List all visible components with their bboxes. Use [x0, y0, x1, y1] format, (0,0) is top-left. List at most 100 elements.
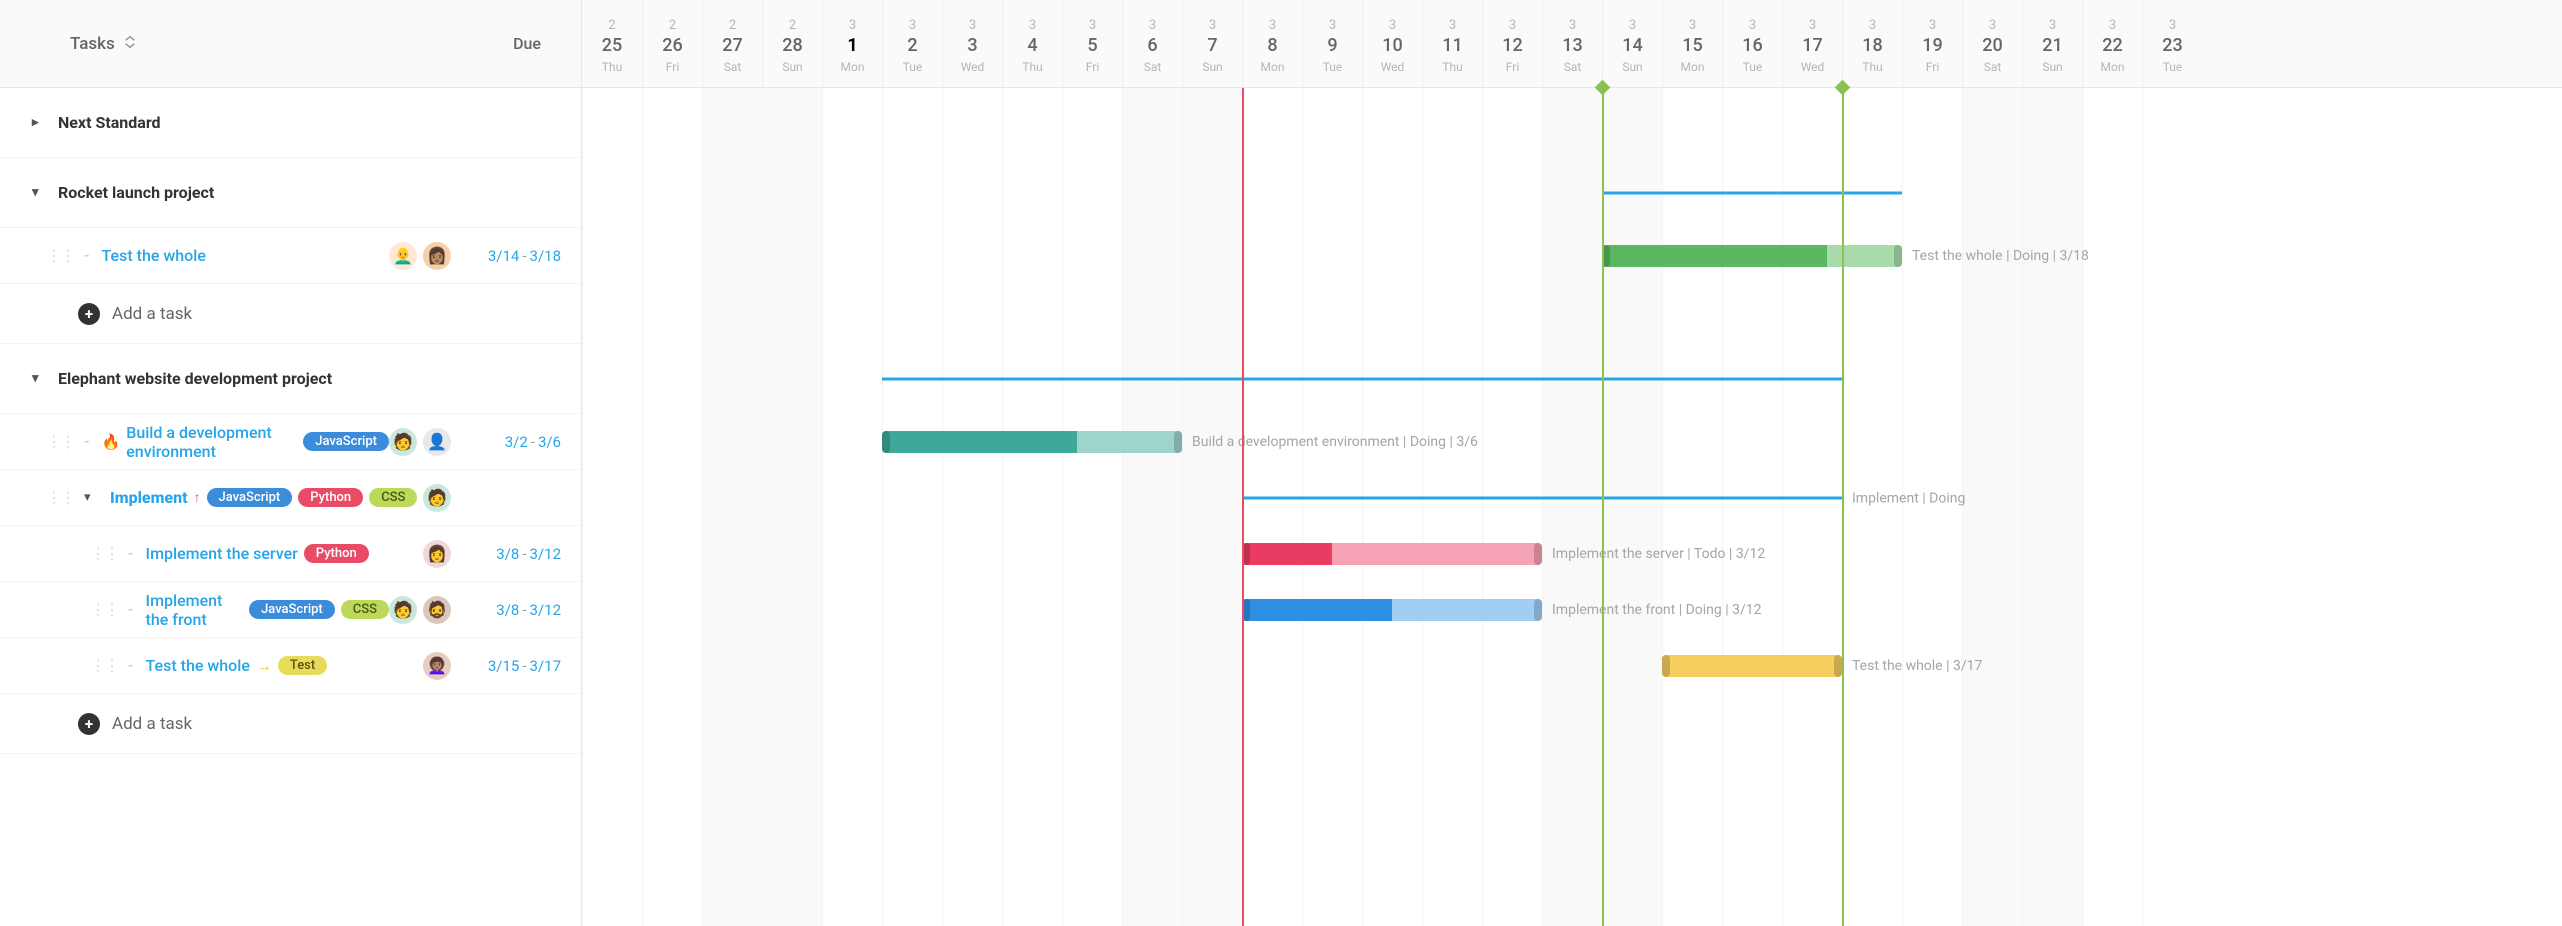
avatar[interactable]: 👩🏽‍🦱: [423, 652, 451, 680]
gantt-bar[interactable]: Build a development environment | Doing …: [882, 431, 1182, 453]
timeline-day[interactable]: 3 8 Mon: [1242, 0, 1302, 87]
group-name[interactable]: Next Standard: [58, 113, 161, 132]
timeline-day[interactable]: 3 5 Fri: [1062, 0, 1122, 87]
timeline-day[interactable]: 3 14 Sun: [1602, 0, 1662, 87]
due-range[interactable]: 3/15-3/17: [481, 657, 561, 675]
avatar[interactable]: 👩🏽: [423, 242, 451, 270]
due-range[interactable]: 3/8-3/12: [481, 545, 561, 563]
task-name[interactable]: Implement the front: [146, 591, 244, 629]
avatar[interactable]: 👤: [423, 428, 451, 456]
due-range[interactable]: 3/8-3/12: [481, 601, 561, 619]
timeline-day[interactable]: 3 12 Fri: [1482, 0, 1542, 87]
timeline-day[interactable]: 3 19 Fri: [1902, 0, 1962, 87]
gantt-bar[interactable]: Test the whole | Doing | 3/18: [1602, 245, 1902, 267]
group-span-bar[interactable]: [1602, 192, 1902, 195]
timeline-day[interactable]: 3 15 Mon: [1662, 0, 1722, 87]
group-name[interactable]: Rocket launch project: [58, 183, 214, 202]
task-bullet: -: [128, 602, 134, 618]
timeline-day[interactable]: 3 20 Sat: [1962, 0, 2022, 87]
drag-handle-icon[interactable]: ⋮⋮: [32, 656, 118, 675]
add-task-button[interactable]: + Add a task: [78, 303, 192, 325]
parent-span-bar[interactable]: Implement | Doing: [1242, 497, 1842, 500]
tag-js[interactable]: JavaScript: [249, 600, 335, 619]
avatar[interactable]: 🧔: [423, 596, 451, 624]
task-name[interactable]: Build a development environment: [126, 423, 297, 461]
avatar[interactable]: 👨‍🦲: [389, 242, 417, 270]
tasks-column-header[interactable]: Tasks: [70, 34, 137, 54]
drag-handle-icon[interactable]: ⋮⋮: [32, 600, 118, 619]
due-range[interactable]: 3/2-3/6: [481, 433, 561, 451]
task-name[interactable]: Test the whole: [146, 656, 250, 675]
task-name[interactable]: Test the whole: [102, 246, 206, 265]
task-bullet: -: [84, 248, 90, 264]
chevron-down-icon[interactable]: ▾: [84, 490, 100, 505]
bar-resize-right[interactable]: [1834, 655, 1842, 677]
timeline-day[interactable]: 3 7 Sun: [1182, 0, 1242, 87]
bar-resize-right[interactable]: [1534, 543, 1542, 565]
timeline-day[interactable]: 3 23 Tue: [2142, 0, 2202, 87]
drag-handle-icon[interactable]: ⋮⋮: [32, 488, 74, 507]
due-range[interactable]: 3/14-3/18: [481, 247, 561, 265]
avatar[interactable]: 👩: [423, 540, 451, 568]
tag-css[interactable]: CSS: [369, 488, 417, 507]
group-name[interactable]: Elephant website development project: [58, 369, 332, 388]
timeline-day[interactable]: 3 18 Thu: [1842, 0, 1902, 87]
tag-py[interactable]: Python: [298, 488, 363, 507]
bar-resize-right[interactable]: [1894, 245, 1902, 267]
timeline-day[interactable]: 2 27 Sat: [702, 0, 762, 87]
timeline-day[interactable]: 3 16 Tue: [1722, 0, 1782, 87]
timeline-day[interactable]: 3 2 Tue: [882, 0, 942, 87]
timeline-day[interactable]: 3 11 Thu: [1422, 0, 1482, 87]
gantt-bar[interactable]: Implement the server | Todo | 3/12: [1242, 543, 1542, 565]
timeline-day[interactable]: 3 10 Wed: [1362, 0, 1422, 87]
group-span-bar[interactable]: [882, 378, 1842, 381]
tag-js[interactable]: JavaScript: [207, 488, 293, 507]
timeline-day[interactable]: 3 22 Mon: [2082, 0, 2142, 87]
timeline-day[interactable]: 3 1 Mon: [822, 0, 882, 87]
fire-icon: 🔥: [102, 433, 121, 451]
timeline-day[interactable]: 3 4 Thu: [1002, 0, 1062, 87]
drag-handle-icon[interactable]: ⋮⋮: [32, 432, 74, 451]
chevron-right-icon[interactable]: ▸: [32, 115, 48, 130]
drag-handle-icon[interactable]: ⋮⋮: [32, 544, 118, 563]
bar-resize-left[interactable]: [1662, 655, 1670, 677]
avatar[interactable]: 🧑: [423, 484, 451, 512]
gantt-bar-label: Implement the server | Todo | 3/12: [1552, 546, 1765, 562]
timeline-day[interactable]: 3 13 Sat: [1542, 0, 1602, 87]
timeline-day[interactable]: 2 26 Fri: [642, 0, 702, 87]
task-bullet: -: [128, 658, 134, 674]
bar-resize-left[interactable]: [882, 431, 890, 453]
timeline-day[interactable]: 3 21 Sun: [2022, 0, 2082, 87]
tag-js[interactable]: JavaScript: [303, 432, 389, 451]
gantt-bar-label: Implement the front | Doing | 3/12: [1552, 602, 1762, 618]
bar-resize-right[interactable]: [1534, 599, 1542, 621]
milestone-line[interactable]: [1842, 88, 1844, 926]
add-task-button[interactable]: + Add a task: [78, 713, 192, 735]
timeline-header: 2 25 Thu2 26 Fri2 27 Sat2 28 Sun3 1: [582, 0, 2562, 88]
avatar[interactable]: 🧑: [389, 596, 417, 624]
task-name[interactable]: Implement the server: [146, 544, 298, 563]
timeline-day[interactable]: 2 25 Thu: [582, 0, 642, 87]
gantt-bar[interactable]: Implement the front | Doing | 3/12: [1242, 599, 1542, 621]
gantt-bar[interactable]: Test the whole | 3/17: [1662, 655, 1842, 677]
timeline-day[interactable]: 2 28 Sun: [762, 0, 822, 87]
due-column-header: Due: [513, 34, 541, 53]
timeline-day[interactable]: 3 17 Wed: [1782, 0, 1842, 87]
today-line: [1242, 88, 1244, 926]
gantt-bar-label: Test the whole | 3/17: [1852, 658, 1982, 674]
tag-py[interactable]: Python: [304, 544, 369, 563]
timeline-day[interactable]: 3 3 Wed: [942, 0, 1002, 87]
tag-css[interactable]: CSS: [341, 600, 389, 619]
plus-icon: +: [78, 303, 100, 325]
drag-handle-icon[interactable]: ⋮⋮: [32, 246, 74, 265]
bar-resize-right[interactable]: [1174, 431, 1182, 453]
chevron-down-icon[interactable]: ▾: [32, 371, 48, 386]
timeline-day[interactable]: 3 6 Sat: [1122, 0, 1182, 87]
collapse-all-icon[interactable]: [123, 34, 137, 54]
milestone-line[interactable]: [1602, 88, 1604, 926]
tag-test[interactable]: Test: [278, 656, 327, 675]
timeline-day[interactable]: 3 9 Tue: [1302, 0, 1362, 87]
task-name[interactable]: Implement: [110, 488, 188, 507]
chevron-down-icon[interactable]: ▾: [32, 185, 48, 200]
avatar[interactable]: 🧑: [389, 428, 417, 456]
